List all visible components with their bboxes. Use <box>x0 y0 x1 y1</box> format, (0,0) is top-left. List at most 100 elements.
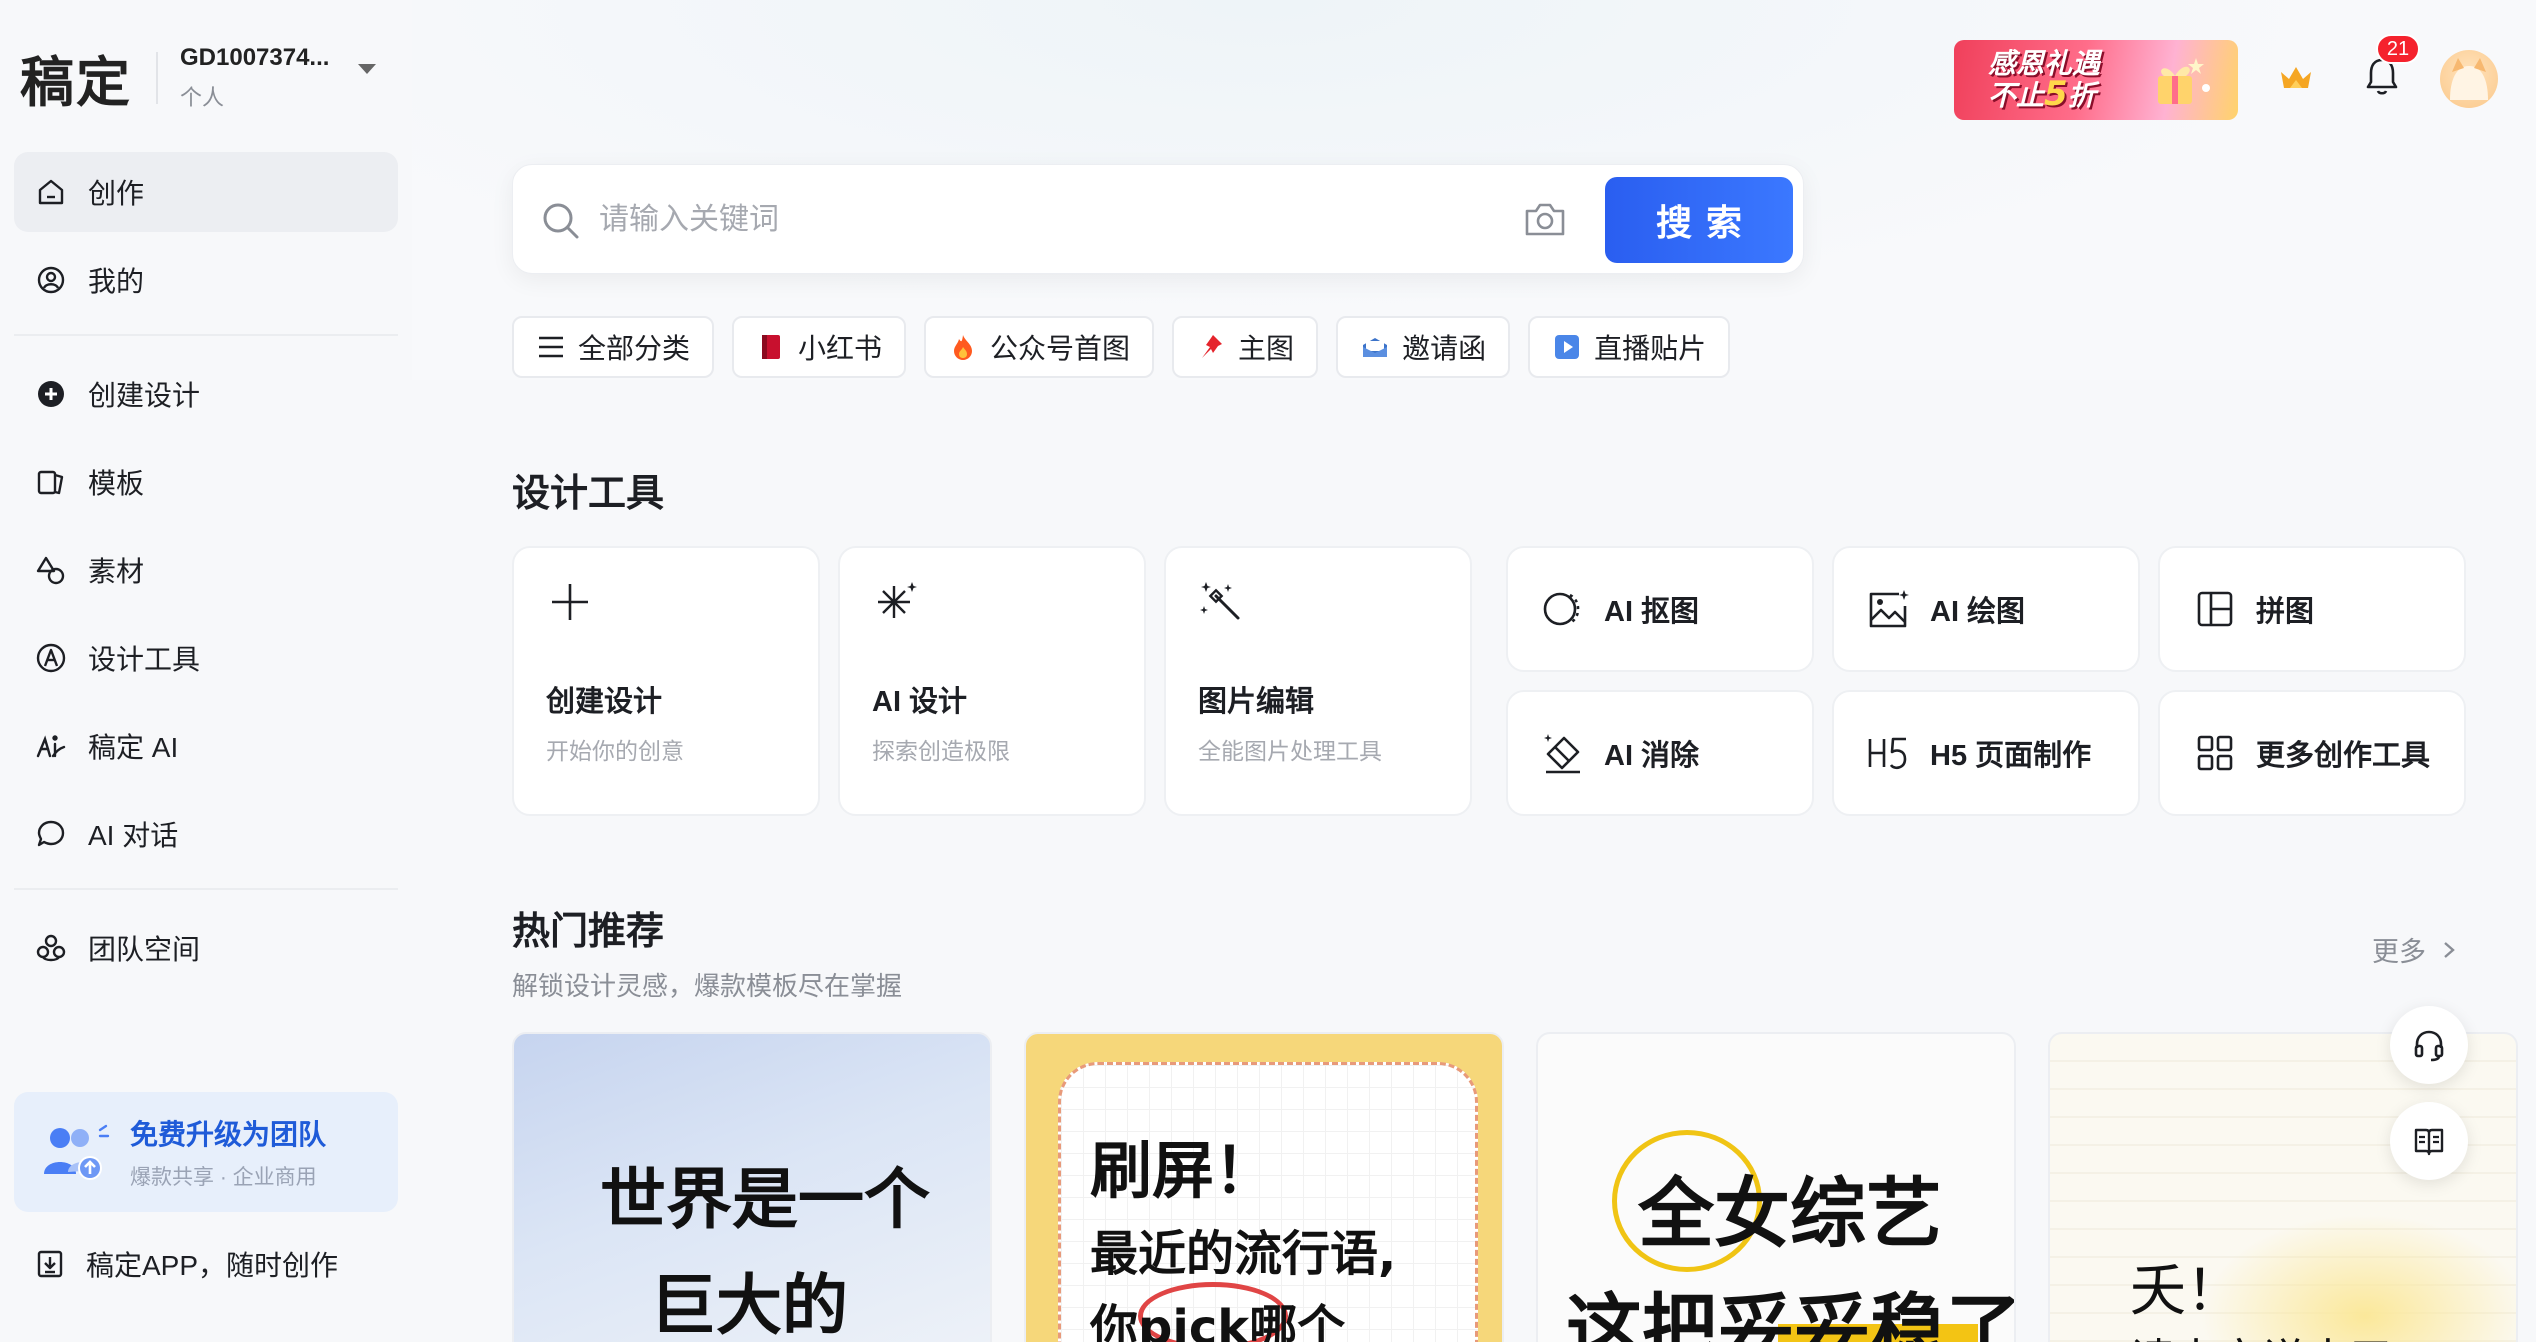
hot-subtitle: 解锁设计灵感，爆款模板尽在掌握 <box>512 971 903 1001</box>
card-glow <box>2200 1214 2516 1342</box>
customer-service-button[interactable] <box>2390 1006 2468 1084</box>
brand-separator <box>156 51 158 104</box>
more-label: 更多 <box>2372 937 2426 967</box>
promo-banner[interactable]: 感恩礼遇 不止5折 <box>1954 40 2238 120</box>
sidebar-item-mine[interactable]: 我的 <box>14 240 398 320</box>
envelope-icon <box>1360 332 1390 362</box>
design-tools-title: 设计工具 <box>512 473 665 515</box>
h5-icon <box>1866 730 1912 776</box>
tool-name: 创建设计 <box>546 686 663 718</box>
sidebar-item-label: 我的 <box>88 266 145 297</box>
card-line-1: 世界是一个 <box>600 1161 930 1238</box>
image-draw-icon <box>1866 586 1912 632</box>
plus-circle-icon <box>34 377 68 411</box>
card-line-1: 刷屏！ <box>1090 1134 1277 1207</box>
sidebar-item-ai-chat[interactable]: AI 对话 <box>14 794 398 874</box>
tool-image-edit[interactable]: 图片编辑 全能图片处理工具 <box>1164 546 1472 816</box>
brand-logo[interactable]: 稿定 <box>20 38 132 117</box>
search-icon <box>543 203 579 239</box>
chip-label: 邀请函 <box>1402 333 1487 364</box>
collage-icon <box>2192 586 2238 632</box>
red-book-icon <box>756 332 786 362</box>
chevron-right-icon <box>2444 941 2455 958</box>
tool-desc: 全能图片处理工具 <box>1198 738 1382 764</box>
chip-label: 公众号首图 <box>990 333 1131 364</box>
upgrade-team-banner[interactable]: 免费升级为团队 爆款共享 · 企业商用 <box>14 1092 398 1212</box>
account-id: GD1007374... <box>180 43 330 71</box>
promo-line-2-prefix: 不止 <box>1988 79 2045 112</box>
tool-more-creation-tools[interactable]: 更多创作工具 <box>2158 690 2466 816</box>
promo-text: 感恩礼遇 不止5折 <box>1988 49 2100 112</box>
chevron-down-icon[interactable] <box>358 64 376 74</box>
pushpin-icon <box>1196 332 1226 362</box>
upgrade-subtitle: 爆款共享 · 企业商用 <box>130 1166 317 1189</box>
avatar[interactable] <box>2440 50 2498 108</box>
download-app-link[interactable]: 稿定APP，随时创作 <box>34 1244 338 1284</box>
card-line-2: 这把妥妥稳了 <box>1566 1285 2016 1342</box>
sidebar-divider <box>14 888 398 890</box>
chip-main-image[interactable]: 主图 <box>1172 316 1319 378</box>
tool-ai-cutout[interactable]: AI 抠图 <box>1506 546 1814 672</box>
sidebar-item-label: 创作 <box>88 178 145 209</box>
eraser-icon <box>1540 730 1586 776</box>
fire-icon <box>948 332 978 362</box>
headset-icon <box>2414 1030 2444 1062</box>
sidebar-item-label: 素材 <box>88 556 145 587</box>
sidebar-item-templates[interactable]: 模板 <box>14 442 398 522</box>
ai-icon <box>34 729 68 763</box>
guide-book-button[interactable] <box>2390 1102 2468 1180</box>
hot-title: 热门推荐 <box>512 911 665 953</box>
sidebar-item-materials[interactable]: 素材 <box>14 530 398 610</box>
tool-h5-page[interactable]: H5 页面制作 <box>1832 690 2140 816</box>
crown-icon[interactable] <box>2278 62 2314 92</box>
notification-badge: 21 <box>2376 34 2420 64</box>
tool-ai-drawing[interactable]: AI 绘图 <box>1832 546 2140 672</box>
tool-name: H5 页面制作 <box>1930 740 2092 772</box>
pen-nib-icon <box>34 641 68 675</box>
promo-line-2-suffix: 折 <box>2067 79 2096 112</box>
sparkle-icon <box>878 582 917 618</box>
sidebar-item-create-design[interactable]: 创建设计 <box>14 354 398 434</box>
chip-all-categories[interactable]: 全部分类 <box>512 316 715 378</box>
card-line-1: 夭！ <box>2130 1259 2242 1324</box>
template-card[interactable]: 全女综艺 这把妥妥稳了 <box>1536 1032 2016 1342</box>
tool-ai-eraser[interactable]: AI 消除 <box>1506 690 1814 816</box>
download-app-label: 稿定APP，随时创作 <box>86 1250 339 1281</box>
play-icon <box>1552 332 1582 362</box>
chip-xiaohongshu[interactable]: 小红书 <box>732 316 907 378</box>
tool-name: 图片编辑 <box>1198 686 1315 718</box>
sidebar-item-create[interactable]: 创作 <box>14 152 398 232</box>
sidebar-item-label: AI 对话 <box>88 820 179 851</box>
search-input[interactable] <box>599 195 1499 245</box>
account-type: 个人 <box>180 84 225 110</box>
promo-line-2: 不止5折 <box>1988 77 2100 112</box>
more-link[interactable]: 更多 <box>2372 930 2458 969</box>
tool-ai-design[interactable]: AI 设计 探索创造极限 <box>838 546 1146 816</box>
shapes-icon <box>34 553 68 587</box>
chip-wechat-cover[interactable]: 公众号首图 <box>924 316 1155 378</box>
camera-icon[interactable] <box>1523 199 1567 239</box>
brand: 稿定 GD1007374... 个人 <box>20 38 329 117</box>
card-line-2: 请大家说出了? <box>2130 1324 2418 1342</box>
template-card[interactable]: 刷屏！ 最近的流行语, 你pick哪个 <box>1024 1032 1504 1342</box>
promo-discount: 5 <box>2044 74 2068 114</box>
tool-create-design[interactable]: 创建设计 开始你的创意 <box>512 546 820 816</box>
upgrade-title: 免费升级为团队 <box>130 1119 327 1150</box>
chip-label: 主图 <box>1238 333 1295 364</box>
chip-label: 小红书 <box>798 333 883 364</box>
tool-desc: 探索创造极限 <box>872 738 1010 764</box>
chip-live-sticker[interactable]: 直播贴片 <box>1528 316 1731 378</box>
sidebar-item-design-tools[interactable]: 设计工具 <box>14 618 398 698</box>
search-bar: 搜索 <box>512 164 1804 274</box>
search-button[interactable]: 搜索 <box>1605 177 1793 263</box>
chip-invitation[interactable]: 邀请函 <box>1336 316 1511 378</box>
sidebar-item-gaoding-ai[interactable]: 稿定 AI <box>14 706 398 786</box>
sidebar-item-team-space[interactable]: 团队空间 <box>14 908 398 988</box>
download-icon <box>37 1250 63 1278</box>
account-switcher[interactable]: GD1007374... 个人 <box>180 44 329 112</box>
card-line-1: 全女综艺 <box>1638 1169 1942 1258</box>
card-line-2: 最近的流行语, <box>1090 1226 1397 1282</box>
tool-collage[interactable]: 拼图 <box>2158 546 2466 672</box>
cutout-icon <box>1540 586 1586 632</box>
template-card[interactable]: 世界是一个 巨大的 <box>512 1032 992 1342</box>
